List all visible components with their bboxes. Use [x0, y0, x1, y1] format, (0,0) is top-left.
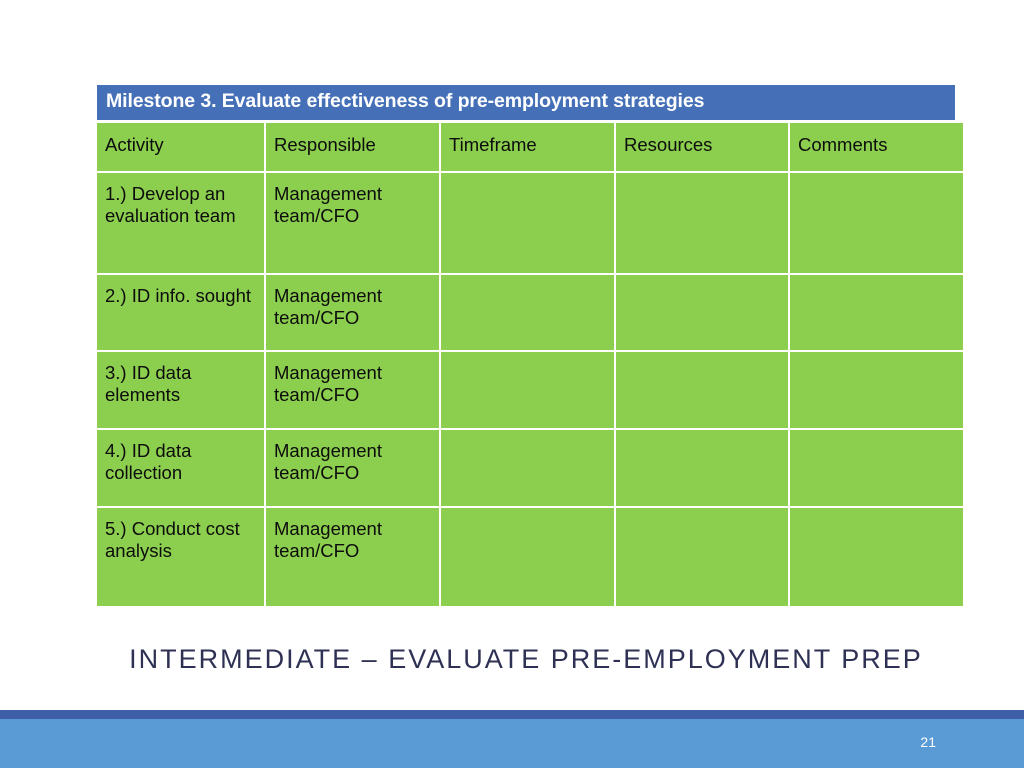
table-row: 3.) ID data elements Management team/CFO — [97, 352, 963, 428]
cell-timeframe — [441, 275, 614, 350]
cell-comments — [790, 352, 963, 428]
column-header-responsible: Responsible — [266, 123, 439, 171]
footer-band — [0, 719, 1024, 768]
column-header-resources: Resources — [616, 123, 788, 171]
cell-resources — [616, 352, 788, 428]
table-row: 5.) Conduct cost analysis Management tea… — [97, 508, 963, 606]
cell-resources — [616, 430, 788, 506]
cell-timeframe — [441, 352, 614, 428]
cell-activity: 3.) ID data elements — [97, 352, 264, 428]
cell-responsible: Management team/CFO — [266, 352, 439, 428]
cell-activity: 4.) ID data collection — [97, 430, 264, 506]
cell-activity: 1.) Develop an evaluation team — [97, 173, 264, 273]
milestone-table: Activity Responsible Timeframe Resources… — [95, 121, 965, 608]
column-header-timeframe: Timeframe — [441, 123, 614, 171]
table-row: 1.) Develop an evaluation team Managemen… — [97, 173, 963, 273]
table-header-row: Activity Responsible Timeframe Resources… — [97, 123, 963, 171]
cell-responsible: Management team/CFO — [266, 430, 439, 506]
cell-comments — [790, 173, 963, 273]
cell-resources — [616, 275, 788, 350]
cell-resources — [616, 508, 788, 606]
footer-divider — [0, 710, 1024, 719]
table-row: 2.) ID info. sought Management team/CFO — [97, 275, 963, 350]
cell-comments — [790, 508, 963, 606]
milestone-table-block: Milestone 3. Evaluate effectiveness of p… — [97, 85, 963, 608]
cell-timeframe — [441, 173, 614, 273]
cell-activity: 5.) Conduct cost analysis — [97, 508, 264, 606]
cell-activity: 2.) ID info. sought — [97, 275, 264, 350]
slide-canvas: Milestone 3. Evaluate effectiveness of p… — [0, 0, 1024, 768]
cell-resources — [616, 173, 788, 273]
cell-comments — [790, 430, 963, 506]
table-row: 4.) ID data collection Management team/C… — [97, 430, 963, 506]
cell-timeframe — [441, 430, 614, 506]
page-title: INTERMEDIATE – EVALUATE PRE-EMPLOYMENT P… — [129, 644, 923, 674]
cell-responsible: Management team/CFO — [266, 508, 439, 606]
milestone-heading-bar: Milestone 3. Evaluate effectiveness of p… — [97, 85, 955, 120]
column-header-activity: Activity — [97, 123, 264, 171]
cell-comments — [790, 275, 963, 350]
cell-responsible: Management team/CFO — [266, 275, 439, 350]
cell-responsible: Management team/CFO — [266, 173, 439, 273]
page-number: 21 — [920, 734, 936, 750]
cell-timeframe — [441, 508, 614, 606]
column-header-comments: Comments — [790, 123, 963, 171]
